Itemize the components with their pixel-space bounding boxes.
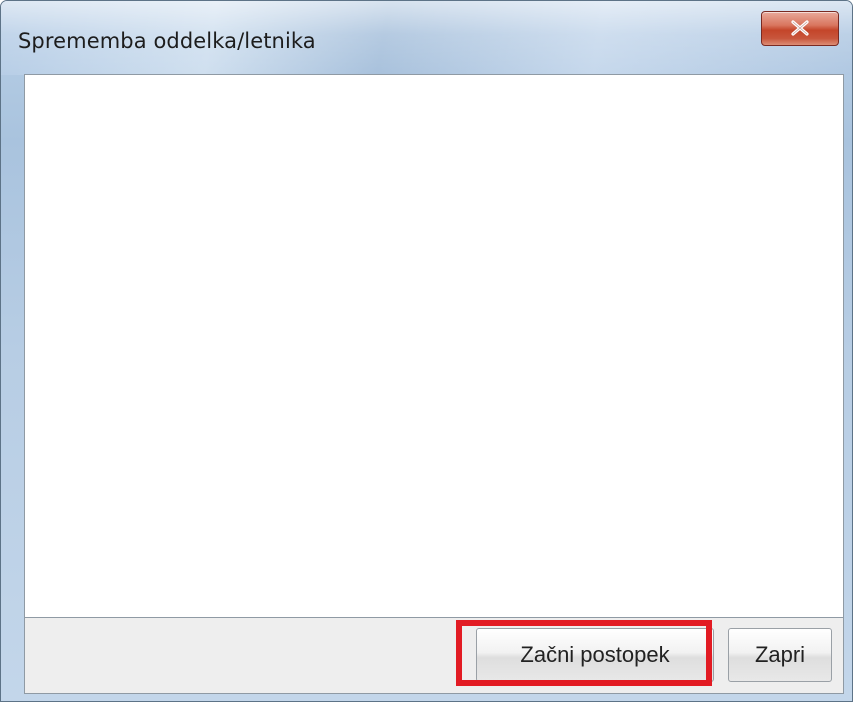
close-button[interactable]: Zapri	[728, 628, 832, 682]
close-x-icon	[791, 20, 809, 36]
title-bar[interactable]: Sprememba oddelka/letnika	[1, 1, 852, 75]
button-bar: Začni postopek Zapri	[24, 618, 844, 694]
window-title: Sprememba oddelka/letnika	[18, 29, 316, 53]
start-procedure-button[interactable]: Začni postopek	[476, 628, 714, 682]
content-panel	[24, 74, 844, 618]
window-close-button[interactable]	[761, 11, 839, 46]
